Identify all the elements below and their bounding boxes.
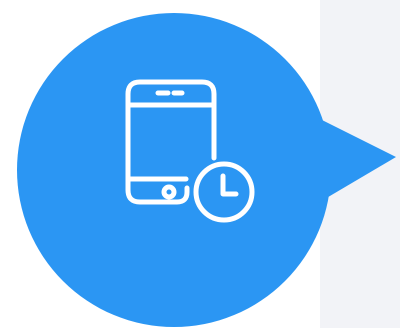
bubble-pointer (318, 118, 396, 203)
smartphone-icon (125, 79, 217, 205)
clock-icon (193, 161, 255, 223)
clock-hands (220, 173, 239, 197)
canvas (0, 0, 400, 328)
phone-clock-icon (125, 79, 255, 223)
phone-frame (125, 79, 217, 205)
phone-home-button (161, 184, 177, 200)
